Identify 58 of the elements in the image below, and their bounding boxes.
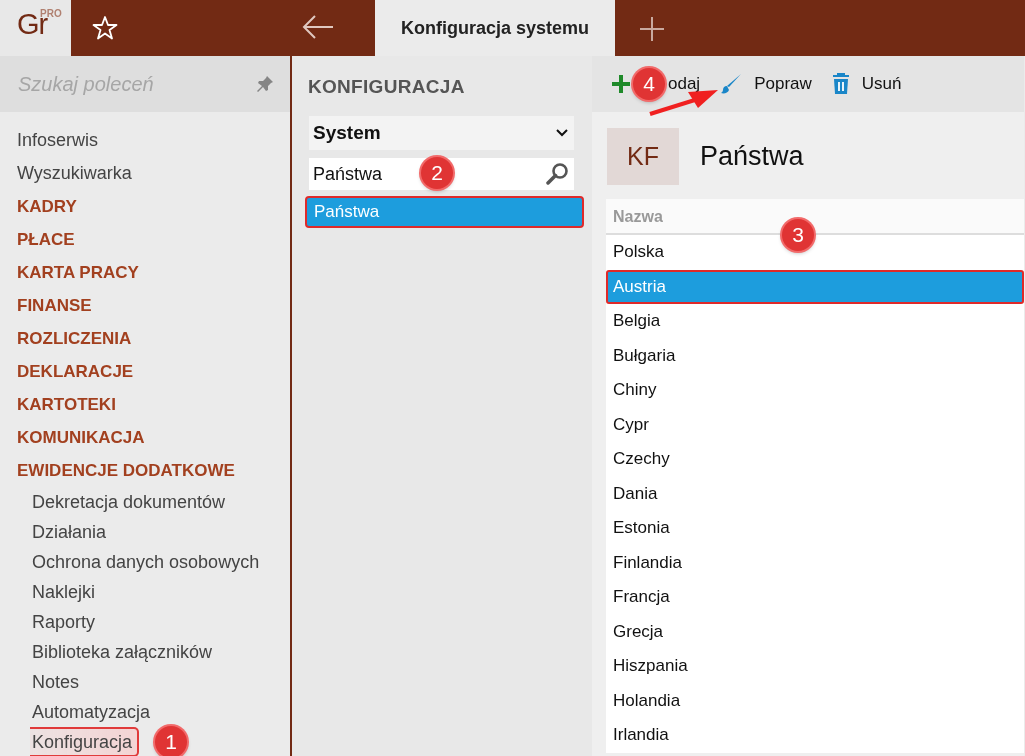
back-arrow-icon[interactable] [301,14,335,40]
pin-icon[interactable] [256,75,274,93]
menu-item[interactable]: Naklejki [0,577,290,607]
table-cell[interactable]: Finlandia [606,545,1024,580]
table-cell[interactable]: Bułgaria [606,338,1024,373]
chevron-down-icon [556,129,568,137]
panel-title: KONFIGURACJA [307,75,466,99]
delete-button[interactable]: Usuń [831,73,902,95]
callout-badge: 2 [421,157,453,189]
view-title: Państwa [700,140,804,172]
table-cell[interactable]: Hiszpania [606,649,1024,684]
menu-section[interactable]: ROZLICZENIA [0,322,290,355]
star-icon[interactable] [92,15,118,41]
menu-item[interactable]: Ochrona danych osobowych [0,547,290,577]
menu-item[interactable]: Wyszukiwarka [0,157,290,190]
menu-item[interactable]: Działania [0,517,290,547]
menu-item[interactable]: Automatyzacja [0,697,290,727]
menu-section[interactable]: KOMUNIKACJA [0,421,290,454]
menu-section[interactable]: EWIDENCJE DODATKOWE [0,454,290,487]
table-cell[interactable]: Francja [606,580,1024,615]
table-cell[interactable]: Czechy [606,442,1024,477]
menu-item[interactable]: Dekretacja dokumentów [0,487,290,517]
table-cell[interactable]: Estonia [606,511,1024,546]
menu-item[interactable]: Raporty [0,607,290,637]
callout-badge: 4 [633,68,665,100]
menu-section[interactable]: KADRY [0,190,290,223]
menu-section[interactable]: KARTOTEKI [0,388,290,421]
table-cell[interactable]: Chiny [606,373,1024,408]
annotation-arrow [649,90,718,116]
command-search-field[interactable]: Szukaj poleceń [0,56,290,112]
callout-badge: 1 [155,726,187,756]
brush-icon [720,73,743,95]
menu-section[interactable]: DEKLARACJE [0,355,290,388]
trash-icon [831,73,850,95]
menu-section[interactable]: FINANSE [0,289,290,322]
plus-icon [612,75,630,93]
menu-section[interactable]: PŁACE [0,223,290,256]
search-field[interactable]: Państwa 2 [309,158,574,190]
new-tab-icon[interactable] [639,16,665,42]
menu-item[interactable]: Notes [0,667,290,697]
tab[interactable]: Konfiguracja systemu [375,0,615,56]
table-cell[interactable]: Cypr [606,407,1024,442]
menu-item[interactable]: Konfiguracja [30,727,140,756]
group-dropdown[interactable]: System [309,116,574,150]
menu-section[interactable]: KARTA PRACY [0,256,290,289]
menu-item[interactable]: Biblioteka załączników [0,637,290,667]
command-search-input[interactable]: Szukaj poleceń [18,72,238,96]
table-cell[interactable]: Irlandia [606,718,1024,753]
table-cell[interactable]: Belgia [606,304,1024,339]
edit-button[interactable]: Popraw [720,73,812,95]
add-button[interactable]: 4 odaj [612,68,701,100]
menu-item[interactable]: Infoserwis [0,124,290,157]
table-cell[interactable]: Holandia [606,683,1024,718]
module-badge: KF [607,127,679,185]
callout-badge: 3 [782,219,814,251]
search-icon [546,162,570,186]
table-cell[interactable]: Dania [606,476,1024,511]
table-cell[interactable]: Grecja [606,614,1024,649]
